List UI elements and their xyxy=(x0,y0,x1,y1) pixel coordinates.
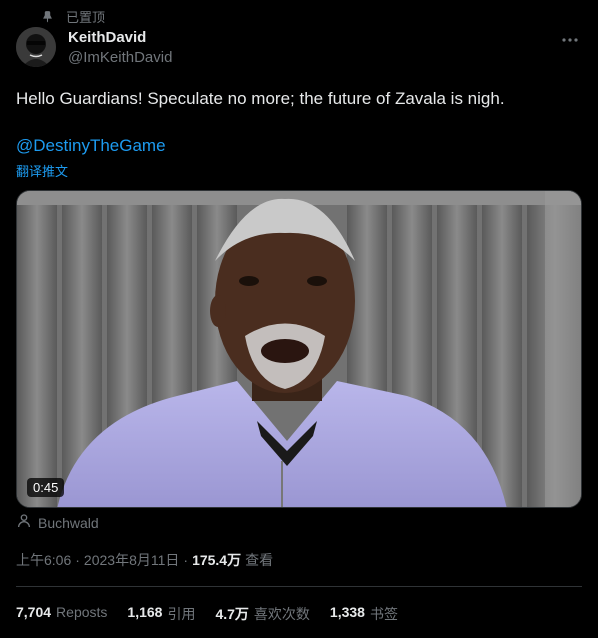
reposts-stat[interactable]: 7,704 Reposts xyxy=(16,604,107,624)
person-icon xyxy=(16,513,32,532)
views-label: 查看 xyxy=(245,552,274,568)
stat-number: 1,338 xyxy=(329,604,365,620)
translate-link[interactable]: 翻译推文 xyxy=(16,161,68,180)
bookmarks-stat[interactable]: 1,338 书签 xyxy=(330,604,398,624)
meta-separator: · xyxy=(75,552,80,568)
pin-icon xyxy=(41,10,54,23)
avatar[interactable] xyxy=(16,27,56,67)
meta-separator: · xyxy=(183,552,189,568)
media-credit[interactable]: Buchwald xyxy=(16,513,99,532)
likes-stat[interactable]: 4.7万 喜欢次数 xyxy=(215,604,309,624)
quotes-stat[interactable]: 1,168 引用 xyxy=(127,604,195,624)
credit-name[interactable]: Buchwald xyxy=(38,515,99,531)
stat-number: 4.7万 xyxy=(215,606,249,622)
mention-link[interactable]: @DestinyTheGame xyxy=(16,135,166,157)
divider xyxy=(16,586,582,587)
tweet-date[interactable]: 2023年8月11日 xyxy=(84,550,179,570)
video-thumbnail xyxy=(17,191,581,507)
video-duration: 0:45 xyxy=(27,478,65,497)
stat-label: Reposts xyxy=(56,604,108,620)
views-count: 175.4万 xyxy=(192,552,242,568)
more-options-button[interactable] xyxy=(558,30,582,46)
engagement-stats: 7,704 Reposts 1,168 引用 4.7万 喜欢次数 1,338 书… xyxy=(16,604,398,624)
tweet-metadata: 上午6:06 · 2023年8月11日 · 175.4万 查看 xyxy=(16,550,273,570)
display-name[interactable]: KeithDavid xyxy=(68,29,172,47)
video-player[interactable]: 0:45 xyxy=(16,190,582,508)
stat-number: 7,704 xyxy=(16,604,52,620)
tweet-text: Hello Guardians! Speculate no more; the … xyxy=(16,89,505,108)
stat-label: 喜欢次数 xyxy=(253,606,310,622)
stat-label: 书签 xyxy=(369,606,398,622)
pinned-indicator: 已置顶 xyxy=(41,7,105,26)
tweet-detail: 已置顶 KeithDavid @ImKeithDavid Hello Guard… xyxy=(0,0,598,638)
stat-label: 引用 xyxy=(167,606,196,622)
user-handle[interactable]: @ImKeithDavid xyxy=(68,48,172,68)
more-icon xyxy=(562,29,578,47)
stat-number: 1,168 xyxy=(127,604,163,620)
author-block[interactable]: KeithDavid @ImKeithDavid xyxy=(68,29,172,68)
pinned-label: 已置顶 xyxy=(66,10,106,25)
tweet-time[interactable]: 上午6:06 xyxy=(16,550,71,570)
